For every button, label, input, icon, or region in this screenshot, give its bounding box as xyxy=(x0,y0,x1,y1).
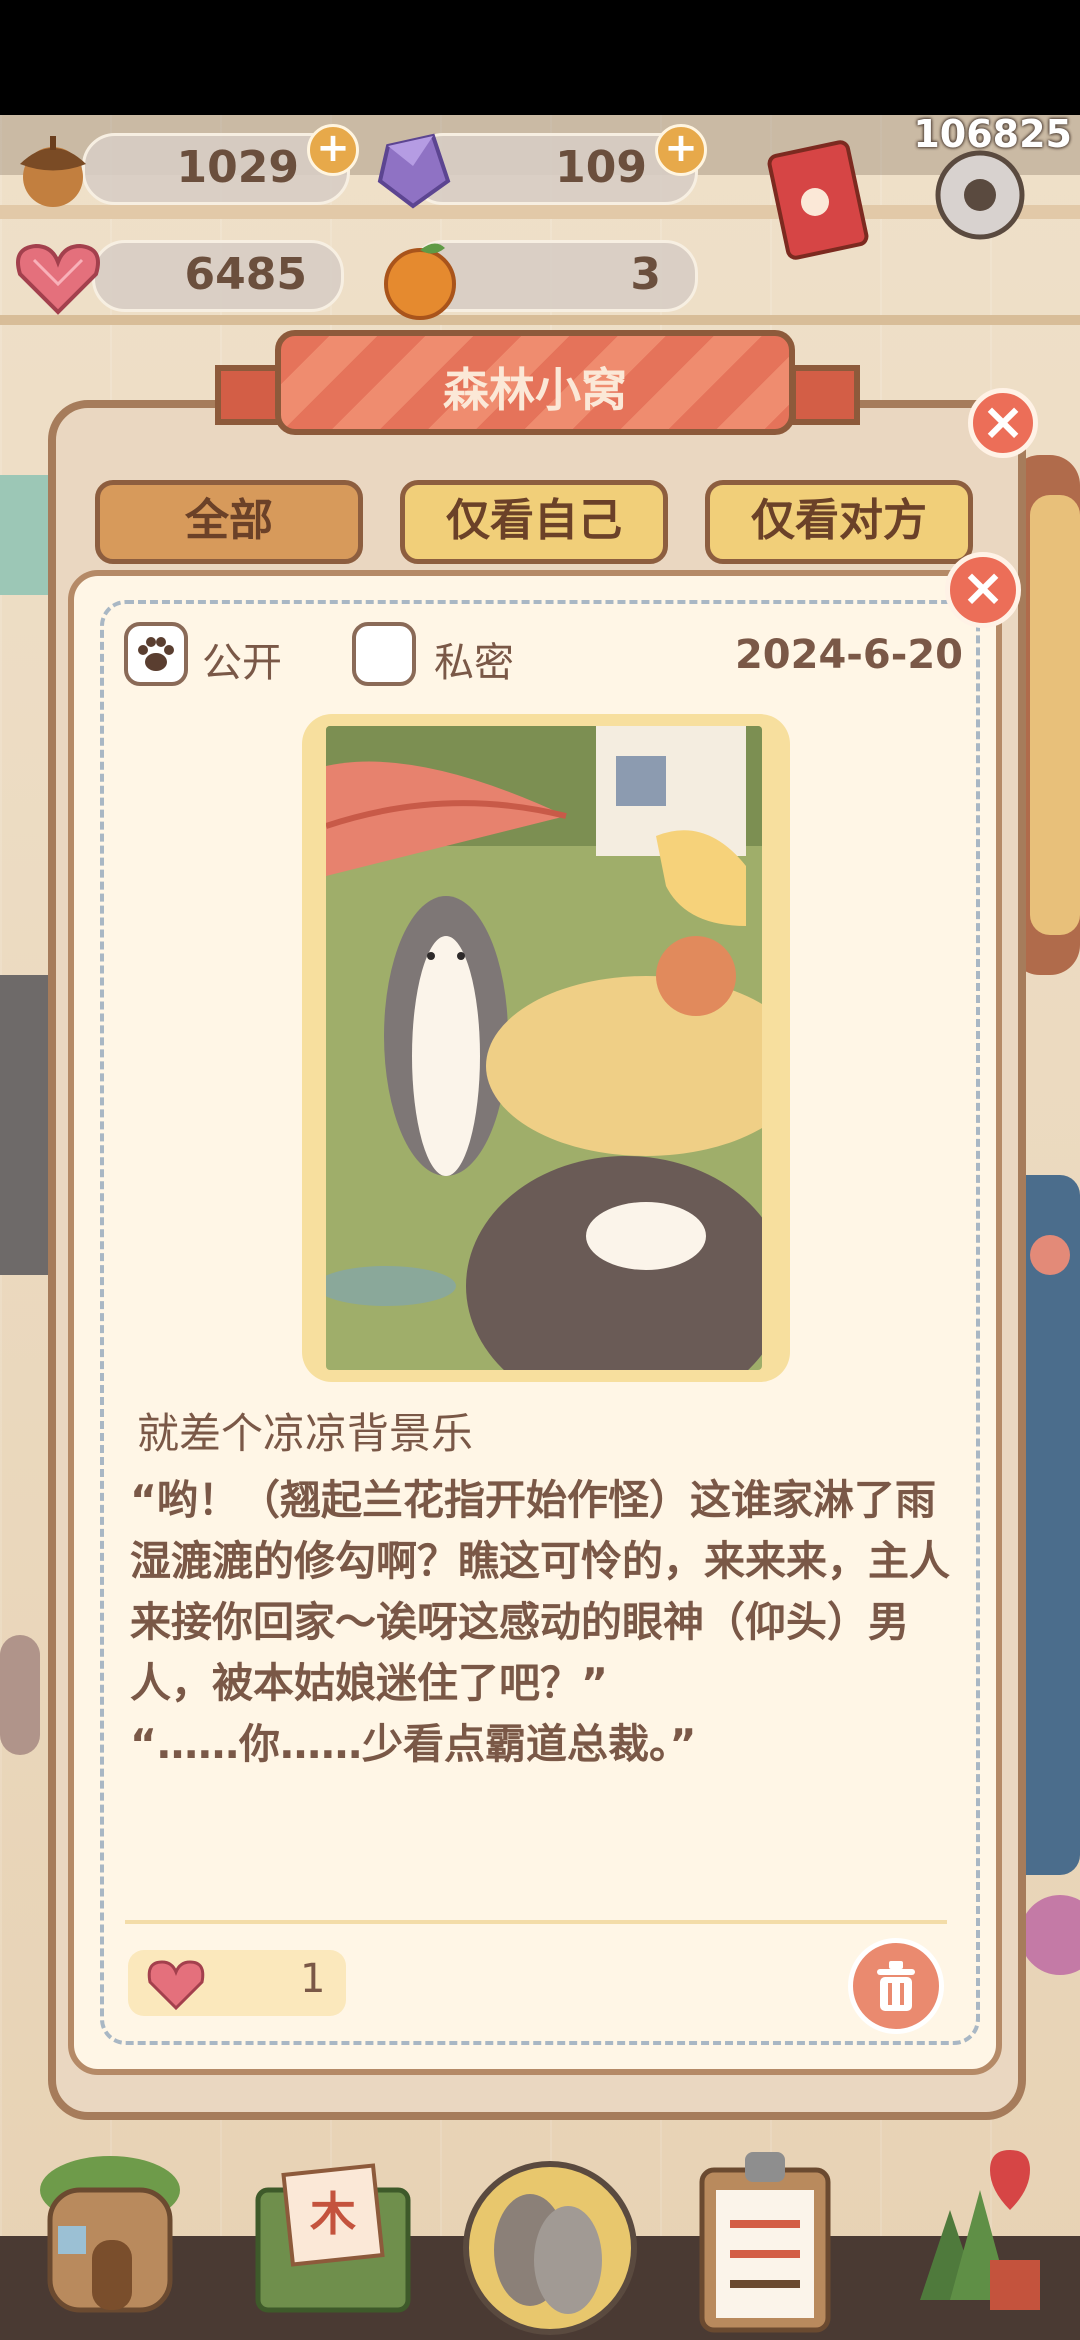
private-checkbox[interactable] xyxy=(352,622,416,686)
heart-value: 6485 xyxy=(184,249,307,300)
post-body: “哟！（翘起兰花指开始作怪）这谁家淋了雨湿漉漉的修勾啊？瞧这可怜的，来来来，主人… xyxy=(130,1476,950,1768)
like-heart-icon xyxy=(147,1960,205,2011)
private-label: 私密 xyxy=(434,640,514,686)
mail-icon[interactable]: 木 xyxy=(248,2150,418,2330)
gem-icon xyxy=(377,133,451,209)
trash-icon xyxy=(877,1961,915,2011)
banner-right-wing xyxy=(790,365,860,425)
home-icon[interactable] xyxy=(30,2150,190,2330)
post-close-button[interactable]: × xyxy=(945,552,1021,628)
add-acorn-button[interactable]: + xyxy=(307,124,359,176)
dialog-close-button[interactable]: × xyxy=(968,388,1038,458)
add-gem-button[interactable]: + xyxy=(655,124,707,176)
delete-post-button[interactable] xyxy=(848,1938,944,2034)
tab-only-partner[interactable]: 仅看对方 xyxy=(705,480,973,564)
tab-only-self[interactable]: 仅看自己 xyxy=(400,480,668,564)
dialog-title-banner: 森林小窝 xyxy=(275,330,795,435)
acorn-value: 1029 xyxy=(176,142,299,193)
tab-all[interactable]: 全部 xyxy=(95,480,363,564)
map-icon[interactable] xyxy=(880,2150,1060,2330)
orange-icon xyxy=(384,243,456,320)
heart-icon xyxy=(16,243,100,315)
acorn-icon xyxy=(20,136,86,207)
public-label: 公开 xyxy=(202,640,282,686)
like-count: 1 xyxy=(300,1956,326,2002)
post-divider xyxy=(125,1920,947,1924)
dialog-title: 森林小窝 xyxy=(443,363,627,417)
tasks-icon[interactable] xyxy=(690,2140,840,2340)
settings-gear-icon[interactable] xyxy=(925,140,1035,250)
heart-counter: 6485 xyxy=(92,240,344,312)
svg-text:木: 木 xyxy=(310,2187,356,2241)
gacha-icon[interactable] xyxy=(460,2140,640,2340)
post-photo[interactable] xyxy=(326,726,762,1370)
post-title: 就差个凉凉背景乐 xyxy=(137,1409,474,1458)
public-checkbox[interactable] xyxy=(124,622,188,686)
otter-in-rain-illustration xyxy=(326,726,762,1370)
orange-value: 3 xyxy=(630,249,661,300)
red-book-icon[interactable] xyxy=(760,130,880,270)
post-date: 2024-6-20 xyxy=(734,632,963,678)
gem-value: 109 xyxy=(555,142,647,193)
acorn-counter: 1029 + xyxy=(82,124,359,205)
paw-icon xyxy=(138,637,174,671)
